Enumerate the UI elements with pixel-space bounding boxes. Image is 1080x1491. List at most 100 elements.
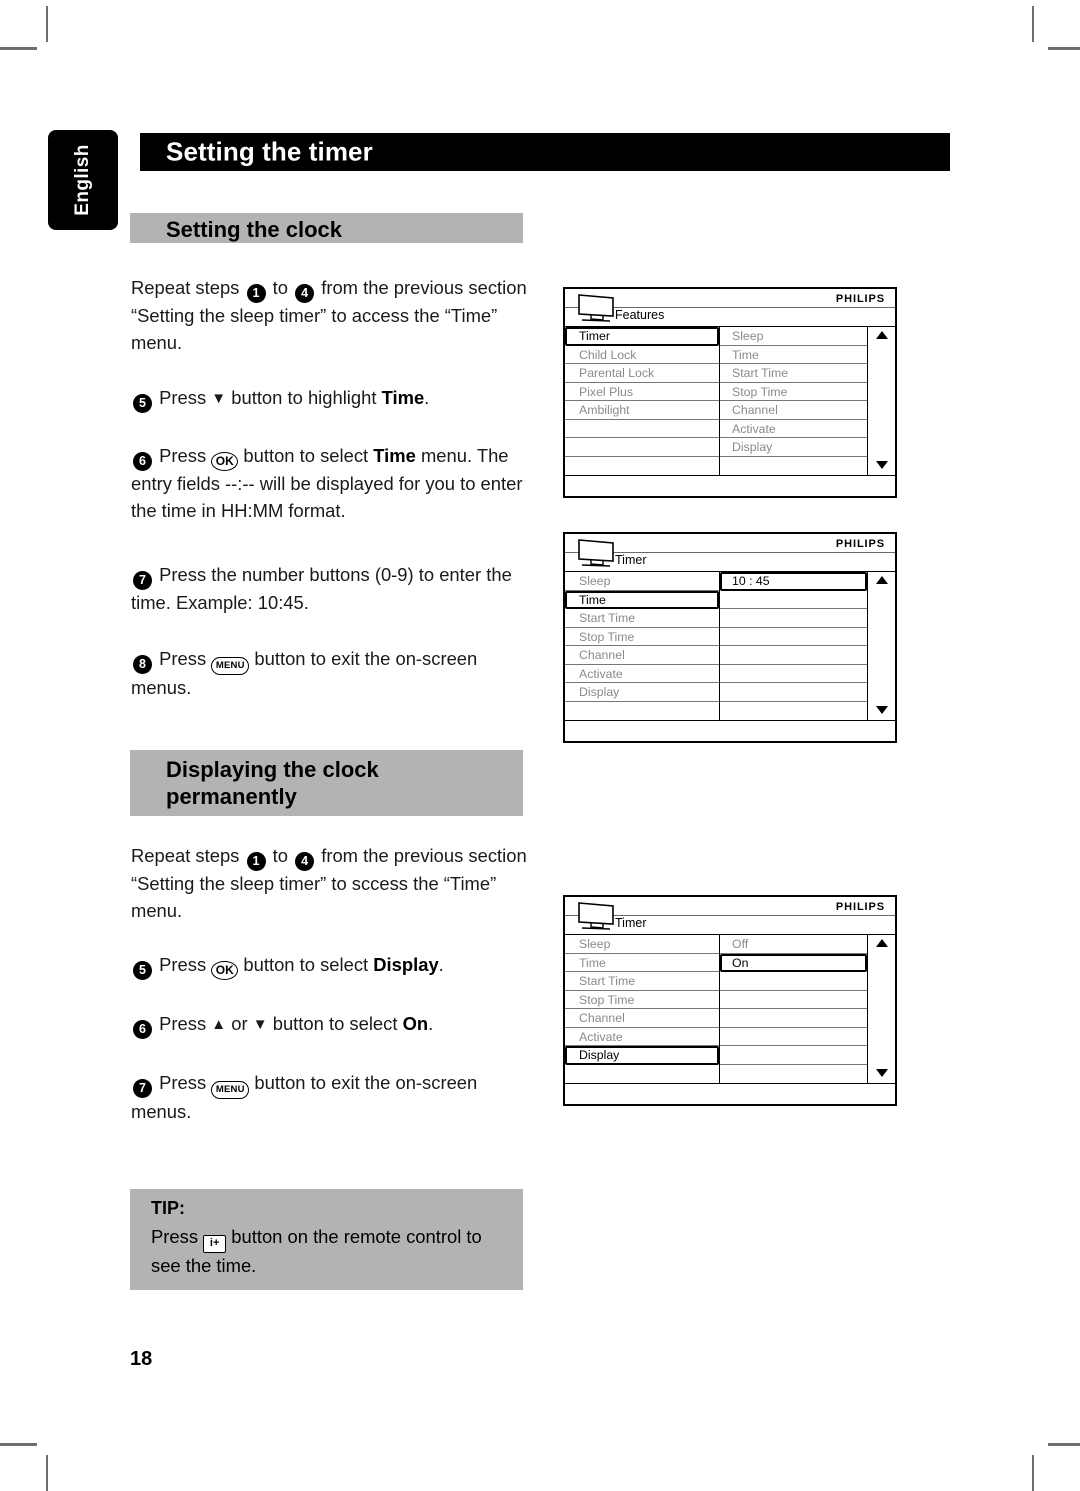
- scroll-down-icon[interactable]: [875, 706, 888, 714]
- section-heading-label: Displaying the clock permanently: [166, 757, 379, 809]
- scroll-up-icon[interactable]: [875, 576, 888, 584]
- text-press: Press: [159, 954, 207, 975]
- paragraph-repeat-steps-2: Repeat steps 1 to 4 from the previous se…: [131, 843, 531, 924]
- step-badge-6: 6: [133, 452, 152, 471]
- scroll-down-icon[interactable]: [875, 461, 888, 469]
- osd-row-parental-lock[interactable]: Parental Lock: [565, 364, 719, 383]
- osd-row-start-time[interactable]: Start Time: [565, 609, 719, 628]
- text-time-bold: Time: [381, 387, 425, 408]
- osd-row-stop-time[interactable]: Stop Time: [720, 383, 867, 401]
- crop-mark-top-right-vertical: [1032, 6, 1034, 42]
- osd-body: Timer Child Lock Parental Lock Pixel Plus Am…: [565, 327, 895, 475]
- philips-logo: PHILIPS: [835, 538, 885, 550]
- osd-row-sleep[interactable]: Sleep: [565, 935, 719, 954]
- osd-row-channel[interactable]: Channel: [720, 401, 867, 420]
- osd-row-time[interactable]: Time: [720, 346, 867, 364]
- info-button-icon: i+: [203, 1235, 227, 1253]
- osd-row-empty: [720, 683, 867, 702]
- osd-row-time[interactable]: Time: [565, 590, 719, 609]
- ok-button-icon: OK: [211, 961, 239, 980]
- tip-box: TIP: Press i+ button on the remote contr…: [130, 1189, 523, 1290]
- text-on-bold: On: [402, 1013, 429, 1034]
- osd-scrollbar[interactable]: [868, 935, 895, 1083]
- arrow-up-icon: ▲: [211, 1016, 227, 1033]
- osd-row-empty: [720, 646, 867, 665]
- crop-mark-top-left-vertical: [46, 6, 48, 42]
- osd-row-empty: [565, 457, 719, 476]
- crop-mark-bottom-right-vertical: [1032, 1455, 1034, 1491]
- arrow-down-icon: ▼: [252, 1016, 268, 1033]
- osd-row-time[interactable]: Time: [565, 954, 719, 972]
- osd-header: PHILIPS Features: [565, 289, 895, 327]
- language-tab-label: English: [72, 144, 93, 216]
- osd-row-empty: [720, 1028, 867, 1046]
- osd-row-empty: [565, 702, 719, 721]
- page-title: Setting the timer: [166, 136, 373, 167]
- text-press: Press: [159, 648, 207, 669]
- text-button-to-select: button to select: [272, 1013, 398, 1034]
- osd-row-empty: [720, 702, 867, 721]
- scroll-down-icon[interactable]: [875, 1069, 888, 1077]
- chapter-header-bar: Setting the timer: [140, 133, 950, 171]
- osd-row-empty: [720, 1046, 867, 1065]
- osd-footer: [565, 475, 895, 496]
- osd-row-activate[interactable]: Activate: [565, 665, 719, 683]
- osd-row-activate[interactable]: Activate: [565, 1028, 719, 1046]
- ok-button-icon: OK: [211, 452, 239, 471]
- osd-footer: [565, 720, 895, 741]
- step-badge-4: 4: [295, 284, 315, 303]
- tip-title: TIP:: [151, 1198, 185, 1218]
- text-number-buttons: Press the number buttons (0-9) to enter …: [131, 564, 512, 613]
- osd-row-empty: [720, 628, 867, 646]
- osd-row-start-time[interactable]: Start Time: [565, 972, 719, 991]
- paragraph-step-6: 6 Press OK button to select Time menu. T…: [131, 443, 531, 524]
- osd-row-timer[interactable]: Timer: [565, 327, 719, 346]
- osd-row-child-lock[interactable]: Child Lock: [565, 346, 719, 364]
- osd-scrollbar[interactable]: [868, 572, 895, 720]
- osd-row-sleep[interactable]: Sleep: [720, 327, 867, 346]
- scroll-up-icon[interactable]: [875, 331, 888, 339]
- osd-row-empty: [565, 438, 719, 457]
- paragraph-step-7b: 7 Press MENU button to exit the on-scree…: [131, 1070, 531, 1126]
- step-badge-4: 4: [295, 852, 315, 871]
- osd-menu-timer-time: PHILIPS Timer Sleep Time Start Time Stop Time…: [563, 532, 897, 743]
- osd-column-left: Sleep Time Start Time Stop Time Channel Activ…: [565, 572, 720, 720]
- osd-row-pixel-plus[interactable]: Pixel Plus: [565, 383, 719, 401]
- osd-scrollbar[interactable]: [868, 327, 895, 475]
- osd-body: Sleep Time Start Time Stop Time Channel Activ…: [565, 572, 895, 720]
- osd-row-start-time[interactable]: Start Time: [720, 364, 867, 383]
- osd-row-ambilight[interactable]: Ambilight: [565, 401, 719, 420]
- osd-row-activate[interactable]: Activate: [720, 420, 867, 438]
- text-display-bold: Display: [373, 954, 439, 975]
- osd-row-off[interactable]: Off: [720, 935, 867, 954]
- text-button-to-select: button to select: [243, 445, 369, 466]
- osd-row-on[interactable]: On: [720, 953, 867, 972]
- menu-button-icon: MENU: [211, 657, 250, 675]
- text-or: or: [231, 1013, 248, 1034]
- osd-column-right: 10 : 45: [720, 572, 868, 720]
- text-period: .: [424, 387, 430, 408]
- osd-footer: [565, 1083, 895, 1104]
- text-period: .: [428, 1013, 434, 1034]
- language-tab: English: [48, 130, 118, 230]
- scroll-up-icon[interactable]: [875, 939, 888, 947]
- paragraph-step-5: 5 Press ▼ button to highlight Time.: [131, 385, 531, 413]
- tip-body: Press i+ button on the remote control to…: [151, 1224, 511, 1279]
- osd-row-display[interactable]: Display: [565, 1046, 719, 1065]
- arrow-down-icon: ▼: [211, 390, 227, 407]
- text-press: Press: [151, 1226, 199, 1247]
- osd-row-stop-time[interactable]: Stop Time: [565, 991, 719, 1009]
- osd-row-channel[interactable]: Channel: [565, 1009, 719, 1028]
- osd-row-empty: [720, 609, 867, 628]
- osd-row-channel[interactable]: Channel: [565, 646, 719, 665]
- osd-row-stop-time[interactable]: Stop Time: [565, 628, 719, 646]
- text-button-to-select: button to select: [243, 954, 369, 975]
- step-badge-5: 5: [133, 394, 152, 413]
- osd-row-sleep[interactable]: Sleep: [565, 572, 719, 591]
- section-heading-displaying-the-clock-permanently: Displaying the clock permanently: [130, 750, 523, 816]
- step-badge-7: 7: [133, 571, 152, 590]
- osd-row-display[interactable]: Display: [720, 438, 867, 457]
- osd-row-display[interactable]: Display: [565, 683, 719, 702]
- osd-row-10-45[interactable]: 10 : 45: [720, 572, 867, 591]
- osd-row-empty: [720, 457, 867, 476]
